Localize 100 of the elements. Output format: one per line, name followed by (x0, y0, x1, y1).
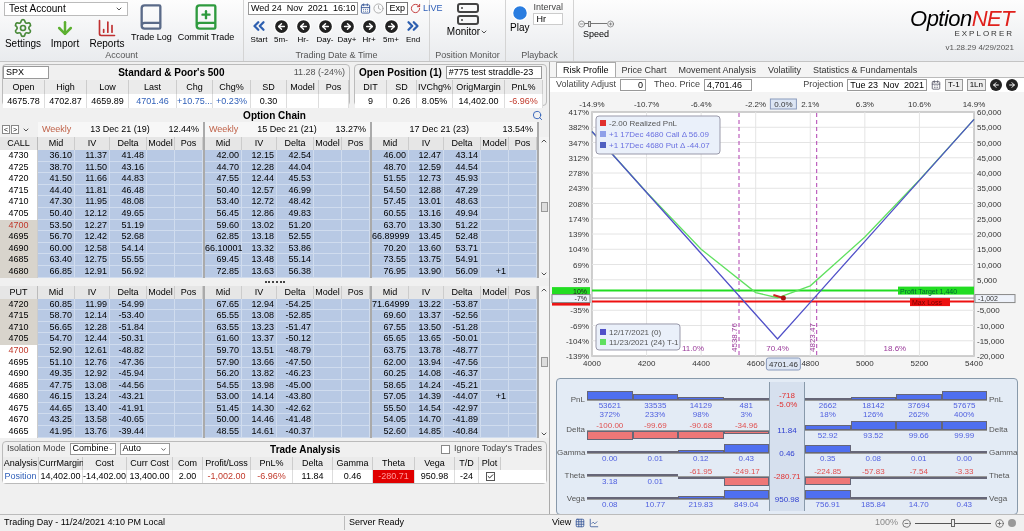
quote-cell[interactable]: 66.89999 (372, 231, 409, 243)
quote-cell[interactable]: -44.07 (444, 391, 481, 403)
quote-cell[interactable]: 12.72 (242, 196, 277, 208)
table-cell[interactable]: Position (3, 469, 39, 483)
quote-cell[interactable]: 13.08 (242, 310, 277, 322)
strike-cell[interactable]: 4670 (0, 414, 38, 427)
strike-cell[interactable]: 4695 (0, 231, 38, 243)
account-select[interactable]: Test Account (4, 2, 128, 16)
quote-cell[interactable]: 43.14 (444, 150, 481, 162)
quote-cell[interactable]: -41.48 (277, 414, 314, 427)
quote-cell[interactable]: 42.54 (277, 150, 314, 162)
quote-cell[interactable]: 12.44 (242, 173, 277, 185)
quote-cell[interactable]: 45.53 (277, 173, 314, 185)
quote-cell[interactable]: 63.40 (38, 254, 75, 266)
quote-cell[interactable]: 14.85 (409, 426, 444, 438)
volatility-adjust-field[interactable]: 0 (620, 78, 647, 91)
quote-cell[interactable]: 65.65 (372, 333, 409, 345)
quote-cell[interactable]: 50.00 (205, 414, 242, 427)
scope-select[interactable]: Auto (119, 443, 170, 456)
quote-cell[interactable]: 69.45 (205, 254, 242, 266)
nav-button[interactable]: Hr+ (358, 17, 380, 44)
quote-cell[interactable]: 48.08 (110, 196, 147, 208)
lines-button[interactable]: 1Ln (966, 78, 986, 91)
quote-cell[interactable]: 12.14 (75, 310, 110, 322)
projection-date-field[interactable]: Tue 23 Nov 2021 (847, 78, 928, 91)
quote-cell[interactable]: -50.01 (444, 333, 481, 345)
quote-cell[interactable]: 14.46 (242, 414, 277, 427)
monitor-button[interactable]: Monitor (446, 26, 489, 38)
nav-button[interactable]: Start (248, 16, 270, 44)
quote-cell[interactable]: 12.92 (75, 368, 110, 380)
quote-cell[interactable]: 13.37 (242, 333, 277, 345)
quote-cell[interactable]: 55.14 (277, 254, 314, 266)
ribbon-button[interactable]: Commit Trade (174, 0, 238, 49)
quote-cell[interactable]: 47.30 (38, 196, 75, 208)
strike-cell[interactable]: 4720 (0, 173, 38, 185)
quote-cell[interactable]: 41.50 (38, 173, 75, 185)
tab[interactable]: Volatility (762, 62, 808, 77)
symbol-field[interactable]: SPX (3, 66, 49, 79)
quote-cell[interactable]: 65.55 (205, 310, 242, 322)
quote-cell[interactable]: 57.45 (372, 196, 409, 208)
quote-cell[interactable]: 13.18 (242, 231, 277, 243)
t-minus-button[interactable]: T-1 (945, 78, 963, 91)
nav-button[interactable]: 5m- (270, 17, 292, 44)
quote-cell[interactable]: 54.91 (444, 254, 481, 266)
quote-cell[interactable]: 56.70 (38, 231, 75, 243)
quote-cell[interactable]: 60.25 (372, 368, 409, 380)
tab[interactable]: Statistics & Fundamentals (807, 62, 924, 77)
quote-cell[interactable]: 11.37 (75, 150, 110, 162)
quote-cell[interactable]: 13.37 (409, 310, 444, 322)
quote-cell[interactable]: 12.75 (75, 254, 110, 266)
quote-cell[interactable]: -52.56 (444, 310, 481, 322)
quote-cell[interactable]: -53.40 (110, 310, 147, 322)
strike-cell[interactable]: 4730 (0, 150, 38, 162)
tab[interactable]: Price Chart (615, 62, 673, 77)
exp-button[interactable]: Exp (386, 2, 408, 16)
quote-cell[interactable]: 69.60 (372, 310, 409, 322)
tab[interactable]: Movement Analysis (672, 62, 763, 77)
quote-cell[interactable]: 13.75 (409, 254, 444, 266)
quote-cell[interactable]: 53.00 (205, 391, 242, 403)
strike-cell[interactable]: 4680 (0, 391, 38, 403)
quote-cell[interactable]: -39.44 (110, 426, 147, 438)
quote-cell[interactable]: 12.73 (409, 173, 444, 185)
nav-button[interactable]: Day- (314, 17, 336, 44)
quote-cell[interactable]: 48.42 (277, 196, 314, 208)
strike-cell[interactable]: 4665 (0, 426, 38, 438)
quote-cell[interactable]: 12.42 (75, 231, 110, 243)
quote-cell[interactable]: 47.55 (205, 173, 242, 185)
strike-cell[interactable]: 4685 (0, 254, 38, 266)
quote-cell[interactable]: 11.66 (75, 173, 110, 185)
quote-cell[interactable]: 12.47 (409, 150, 444, 162)
nav-button[interactable]: End (402, 16, 424, 44)
quote-cell[interactable]: 54.70 (38, 333, 75, 345)
quote-cell[interactable]: 45.93 (444, 173, 481, 185)
quote-cell[interactable]: -45.94 (110, 368, 147, 380)
nav-button[interactable]: Day+ (336, 17, 358, 44)
isolation-mode-select[interactable]: Combine (69, 443, 116, 456)
quote-cell[interactable]: 13.45 (409, 231, 444, 243)
quote-cell[interactable]: 46.15 (38, 391, 75, 403)
quote-cell[interactable]: 54.05 (372, 414, 409, 427)
quote-cell[interactable]: 11.95 (75, 196, 110, 208)
quote-cell[interactable]: 49.35 (38, 368, 75, 380)
quote-cell[interactable]: 52.60 (372, 426, 409, 438)
quote-cell[interactable]: 57.05 (372, 391, 409, 403)
strike-cell[interactable]: 4710 (0, 196, 38, 208)
quote-cell[interactable]: 43.25 (38, 414, 75, 427)
quote-cell[interactable]: 12.44 (75, 333, 110, 345)
quote-cell[interactable]: 13.65 (409, 333, 444, 345)
strike-cell[interactable]: 4705 (0, 333, 38, 345)
quote-cell[interactable]: -50.31 (110, 333, 147, 345)
quote-cell[interactable]: -52.85 (277, 310, 314, 322)
quote-cell[interactable]: -43.80 (277, 391, 314, 403)
quote-cell[interactable]: 53.40 (205, 196, 242, 208)
quote-cell[interactable]: 48.63 (444, 196, 481, 208)
quote-cell[interactable]: -46.23 (277, 368, 314, 380)
quote-cell[interactable]: 42.00 (205, 150, 242, 162)
quote-cell[interactable]: 55.55 (110, 254, 147, 266)
quote-cell[interactable]: 13.24 (75, 391, 110, 403)
play-button[interactable]: Play (510, 0, 530, 49)
quote-cell[interactable]: 52.68 (110, 231, 147, 243)
quote-cell[interactable]: 14.61 (242, 426, 277, 438)
